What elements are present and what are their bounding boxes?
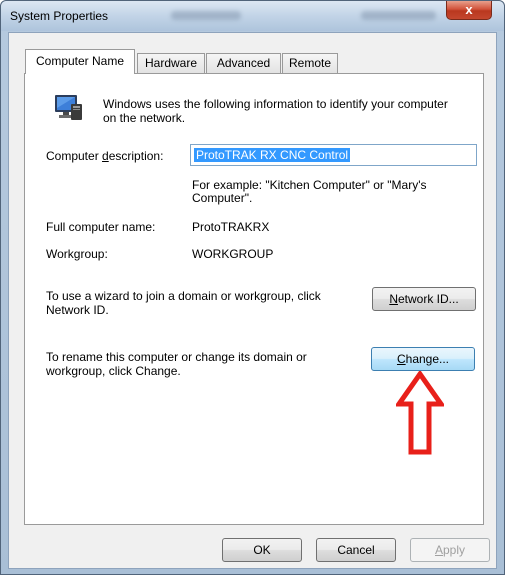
title-bar[interactable]: System Properties x <box>1 1 504 31</box>
label-text: Computer <box>46 149 103 163</box>
button-label: hange... <box>405 352 450 366</box>
blurred-title-region <box>361 11 436 20</box>
window-title: System Properties <box>10 9 109 23</box>
full-computer-name-label: Full computer name: <box>46 220 156 234</box>
ok-button[interactable]: OK <box>222 538 302 562</box>
change-text-line1: To rename this computer or change its do… <box>46 350 307 364</box>
description-example-line1: For example: "Kitchen Computer" or "Mary… <box>192 178 427 192</box>
tab-label: Advanced <box>216 56 271 70</box>
network-id-text-line1: To use a wizard to join a domain or work… <box>46 289 321 303</box>
access-key: d <box>102 149 109 163</box>
access-key: C <box>396 352 406 366</box>
full-computer-name-value: ProtoTRAKRX <box>192 220 270 234</box>
label-text: escription: <box>108 149 164 163</box>
apply-button[interactable]: Apply <box>410 538 490 562</box>
tab-remote[interactable]: Remote <box>282 53 338 73</box>
change-text-line2: workgroup, click Change. <box>46 364 181 378</box>
cancel-button[interactable]: Cancel <box>316 538 396 562</box>
intro-text-line2: on the network. <box>103 111 186 125</box>
workgroup-label: Workgroup: <box>46 247 108 261</box>
button-label: etwork ID... <box>397 292 459 306</box>
computer-monitor-icon <box>55 95 82 120</box>
close-icon: x <box>465 2 473 17</box>
description-example-line2: Computer". <box>192 191 253 205</box>
red-up-arrow-icon <box>396 371 444 455</box>
access-key: N <box>389 292 398 306</box>
computer-description-label: Computer description: <box>46 149 163 163</box>
system-properties-window: System Properties x Computer Name Hardwa… <box>0 0 505 575</box>
workgroup-value: WORKGROUP <box>192 247 274 261</box>
intro-text-line1: Windows uses the following information t… <box>103 97 448 111</box>
close-button[interactable]: x <box>446 1 492 20</box>
button-label: pply <box>443 543 466 557</box>
tab-label: Computer Name <box>35 54 125 68</box>
access-key: A <box>434 543 443 557</box>
tab-computer-name[interactable]: Computer Name <box>25 49 135 74</box>
description-value: ProtoTRAK RX CNC Control <box>194 148 351 162</box>
blurred-title-region <box>171 11 241 20</box>
tab-advanced[interactable]: Advanced <box>206 53 281 73</box>
tab-hardware[interactable]: Hardware <box>137 53 205 73</box>
tab-label: Hardware <box>144 56 198 70</box>
tab-label: Remote <box>288 56 332 70</box>
network-id-text-line2: Network ID. <box>46 303 109 317</box>
computer-description-input[interactable]: ProtoTRAK RX CNC Control <box>190 144 477 166</box>
change-button[interactable]: Change... <box>371 347 475 371</box>
network-id-button[interactable]: Network ID... <box>372 287 476 311</box>
